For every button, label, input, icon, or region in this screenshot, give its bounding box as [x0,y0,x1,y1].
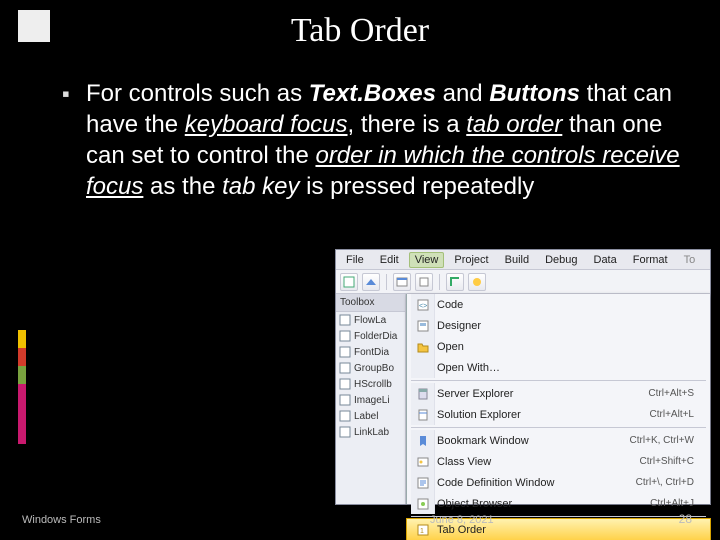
menu-item-solution-explorer[interactable]: Solution ExplorerCtrl+Alt+L [407,404,710,425]
vs-client-area: Toolbox FlowLaFolderDiaFontDiaGroupBoHSc… [336,294,710,504]
bullet-marker: ▪ [62,78,86,202]
menu-format[interactable]: Format [627,252,674,268]
vs-toolbar[interactable] [336,270,710,294]
menu-item-bookmark-window[interactable]: Bookmark WindowCtrl+K, Ctrl+W [407,430,710,451]
svg-text:1: 1 [420,528,424,535]
toolbar-separator [439,274,440,290]
menu-item-class-view[interactable]: Class ViewCtrl+Shift+C [407,451,710,472]
menu-item-open[interactable]: Open [407,336,710,357]
menu-item-server-explorer[interactable]: Server ExplorerCtrl+Alt+S [407,383,710,404]
toolbox-item[interactable]: HScrollb [336,376,405,392]
accent-stripe [18,330,26,444]
menu-debug[interactable]: Debug [539,252,583,268]
menu-view[interactable]: View [409,252,445,268]
toolbox-item[interactable]: FolderDia [336,328,405,344]
slide-body: ▪ For controls such as Text.Boxes and Bu… [62,78,680,202]
footer-left: Windows Forms [22,514,101,526]
toolbar-button[interactable] [393,273,411,291]
svg-text:<>: <> [419,303,427,310]
toolbar-button[interactable] [415,273,433,291]
toolbar-button[interactable] [340,273,358,291]
toolbar-button[interactable] [468,273,486,291]
vs-menubar[interactable]: FileEditViewProjectBuildDebugDataFormatT… [336,250,710,270]
footer-date: June 8, 2021 [430,514,494,526]
toolbox-item[interactable]: GroupBo [336,360,405,376]
menu-file[interactable]: File [340,252,370,268]
toolbox-item[interactable]: FontDia [336,344,405,360]
menu-item-code-definition-window[interactable]: Code Definition WindowCtrl+\, Ctrl+D [407,472,710,493]
footer-page-number: 28 [679,512,692,526]
toolbox-header: Toolbox [336,294,405,312]
menu-item-designer[interactable]: Designer [407,315,710,336]
menu-build[interactable]: Build [499,252,535,268]
menu-edit[interactable]: Edit [374,252,405,268]
toolbar-button[interactable] [362,273,380,291]
toolbox-item[interactable]: FlowLa [336,312,405,328]
toolbox-item[interactable]: Label [336,408,405,424]
toolbar-separator [386,274,387,290]
vs-screenshot: FileEditViewProject BuildDebug DataFormat T… [336,250,710,504]
view-menu-dropdown[interactable]: <>CodeDesignerOpenOpen With… Server Explo… [406,294,710,504]
toolbox-item[interactable]: ImageLi [336,392,405,408]
menu-item-open-with[interactable]: Open With… [407,357,710,378]
menu-item-object-browser[interactable]: Object BrowserCtrl+Alt+J [407,493,710,514]
menu-data[interactable]: Data [588,252,623,268]
slide: Tab Order ▪ For controls such as Text.Bo… [0,0,720,540]
menu-project[interactable]: Project [448,252,494,268]
vs-toolbox[interactable]: Toolbox FlowLaFolderDiaFontDiaGroupBoHSc… [336,294,406,504]
menu-item-code[interactable]: <>Code [407,294,710,315]
slide-title: Tab Order [0,12,720,50]
bullet-text: For controls such as Text.Boxes and Butt… [86,78,680,202]
toolbox-item[interactable]: LinkLab [336,424,405,440]
toolbar-button[interactable] [446,273,464,291]
